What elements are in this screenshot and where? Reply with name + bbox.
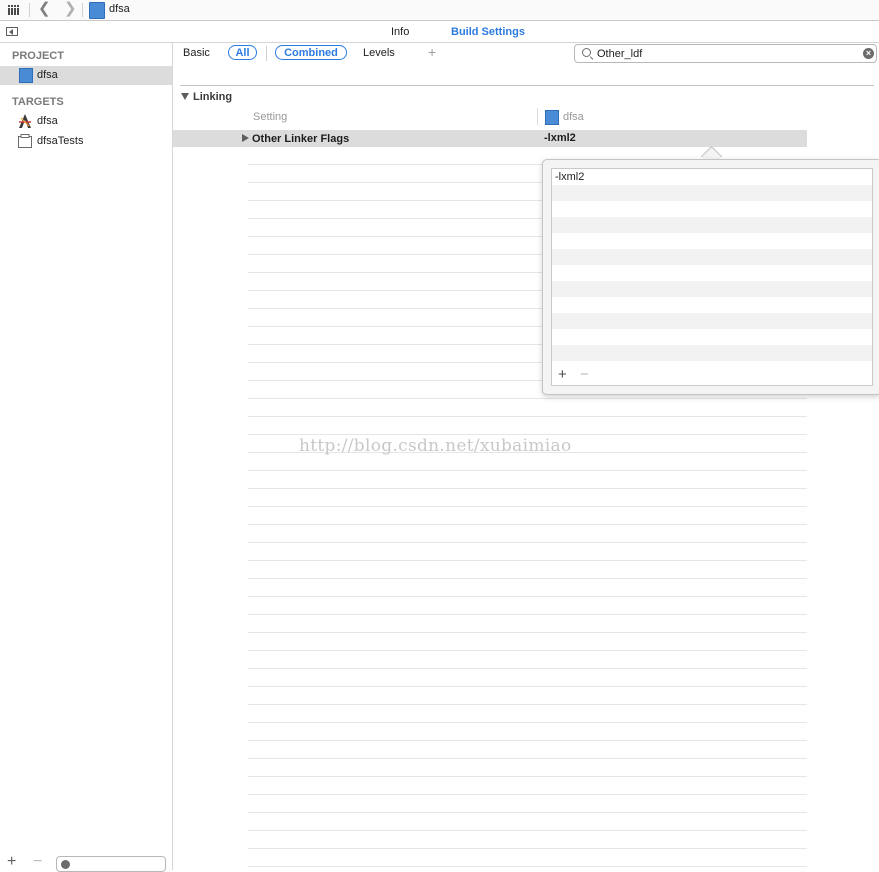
disclosure-open-icon[interactable] xyxy=(181,93,189,100)
targets-section-header: TARGETS xyxy=(12,96,64,108)
tab-build-settings[interactable]: Build Settings xyxy=(451,26,525,38)
editor-tab-bar: Info Build Settings xyxy=(0,21,879,43)
tab-info[interactable]: Info xyxy=(391,26,409,38)
toolbar-divider xyxy=(180,85,874,86)
outline-item-label: dfsa xyxy=(37,115,58,127)
watermark: http://blog.csdn.net/xubaimiao xyxy=(299,436,572,456)
filter-icon xyxy=(61,860,70,869)
jump-bar: ❮ ❯ dfsa xyxy=(0,0,879,21)
value-editor-popover: -lxml2 + − xyxy=(542,159,879,395)
filter-all[interactable]: All xyxy=(228,45,257,60)
project-section-header: PROJECT xyxy=(12,50,64,62)
project-outline: PROJECT TARGETS xyxy=(0,43,173,870)
related-items-icon[interactable] xyxy=(8,5,20,15)
value-list-rows xyxy=(552,185,872,361)
setting-value[interactable]: -lxml2 xyxy=(544,132,576,144)
outline-item-label: dfsa xyxy=(37,69,58,81)
search-icon xyxy=(582,48,591,57)
forward-chevron-icon[interactable]: ❯ xyxy=(64,0,77,18)
hide-outline-icon[interactable] xyxy=(6,27,18,36)
value-list: -lxml2 + − xyxy=(551,168,873,386)
project-file-icon xyxy=(545,110,559,125)
app-target-icon xyxy=(19,114,31,128)
outline-item-label: dfsaTests xyxy=(37,135,84,147)
remove-target-button[interactable]: − xyxy=(33,853,42,871)
disclosure-closed-icon[interactable] xyxy=(242,134,249,142)
section-title[interactable]: Linking xyxy=(193,91,232,103)
setting-name: Other Linker Flags xyxy=(252,133,350,145)
add-setting-button[interactable]: + xyxy=(428,44,436,60)
jumpbar-file-name[interactable]: dfsa xyxy=(109,3,130,15)
search-field[interactable]: Other_ldf × xyxy=(574,44,877,63)
column-divider xyxy=(537,108,538,125)
filter-levels[interactable]: Levels xyxy=(363,47,395,59)
project-file-icon xyxy=(19,68,33,83)
test-bundle-icon xyxy=(18,134,32,148)
clear-search-icon[interactable]: × xyxy=(863,48,874,59)
filter-divider xyxy=(266,46,267,61)
filter-basic[interactable]: Basic xyxy=(183,47,210,59)
project-file-icon xyxy=(89,2,105,19)
add-target-button[interactable]: + xyxy=(7,853,16,871)
outline-item-target-dfsa[interactable]: dfsa xyxy=(0,112,172,131)
filter-combined[interactable]: Combined xyxy=(275,45,347,60)
column-header-setting: Setting xyxy=(253,111,288,123)
jumpbar-divider xyxy=(29,3,30,17)
value-list-item[interactable]: -lxml2 xyxy=(555,171,584,183)
outline-item-project[interactable]: dfsa xyxy=(0,66,172,85)
remove-value-button[interactable]: − xyxy=(580,367,589,382)
search-input[interactable]: Other_ldf xyxy=(597,48,642,60)
column-header-target: dfsa xyxy=(563,111,584,123)
add-value-button[interactable]: + xyxy=(558,367,567,382)
back-chevron-icon[interactable]: ❮ xyxy=(38,0,51,18)
outline-item-target-dfsatests[interactable]: dfsaTests xyxy=(0,132,172,151)
jumpbar-divider xyxy=(82,3,83,17)
